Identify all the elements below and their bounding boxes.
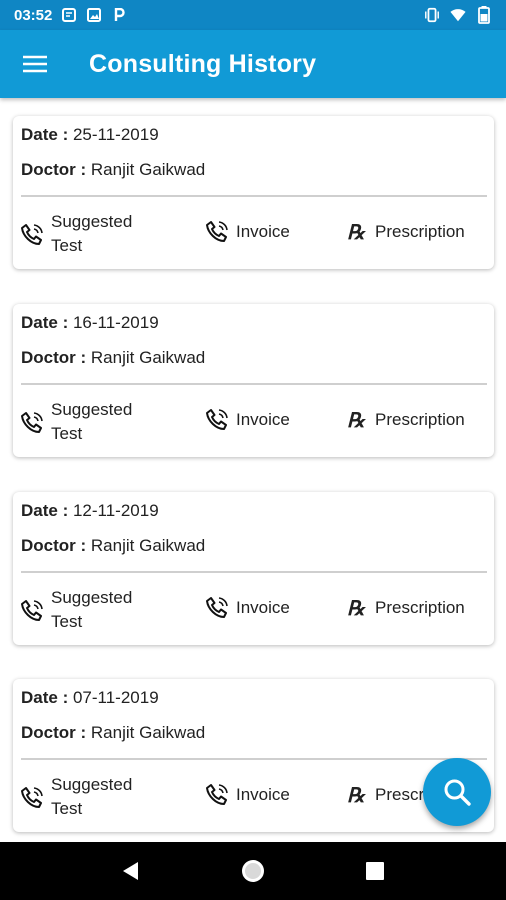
rx-icon: ℞: [347, 783, 365, 807]
phone-icon: [21, 786, 43, 810]
recents-button[interactable]: [355, 851, 395, 891]
divider: [21, 758, 487, 760]
prescription-button[interactable]: ℞ Prescr: [345, 783, 424, 807]
date-value: 07-11-2019: [72, 688, 159, 707]
suggested-label-line2: Test: [51, 236, 83, 255]
status-time: 03:52: [14, 6, 53, 24]
app-bar: Consulting History: [0, 30, 506, 98]
date-label: Date :: [21, 501, 69, 520]
rx-icon: ℞: [347, 408, 365, 432]
divider: [21, 571, 487, 573]
doctor-label: Doctor :: [21, 536, 87, 555]
date-label: Date :: [21, 688, 69, 707]
suggested-label-line2: Test: [51, 612, 83, 631]
date-row: Date : 16-11-2019: [21, 313, 159, 333]
suggested-test-button[interactable]: Suggested Test: [21, 586, 161, 634]
invoice-label: Invoice: [236, 598, 290, 617]
suggested-label-line1: Suggested: [51, 212, 133, 231]
consultation-card[interactable]: Date : 25-11-2019 Doctor : Ranjit Gaikwa…: [13, 116, 494, 269]
rx-icon: ℞: [347, 220, 365, 244]
phone-icon: [21, 599, 43, 623]
parking-icon: [111, 7, 127, 23]
date-value: 12-11-2019: [72, 501, 159, 520]
doctor-label: Doctor :: [21, 723, 87, 742]
doctor-row: Doctor : Ranjit Gaikwad: [21, 160, 205, 180]
doctor-value: Ranjit Gaikwad: [90, 160, 206, 179]
invoice-label: Invoice: [236, 222, 290, 241]
doctor-value: Ranjit Gaikwad: [90, 348, 206, 367]
suggested-label-line1: Suggested: [51, 775, 133, 794]
phone-icon: [206, 596, 228, 620]
home-button[interactable]: [233, 851, 273, 891]
invoice-button[interactable]: Invoice: [206, 408, 290, 432]
suggested-label-line1: Suggested: [51, 588, 133, 607]
doctor-value: Ranjit Gaikwad: [90, 536, 206, 555]
page-title: Consulting History: [89, 49, 317, 78]
phone-icon: [21, 223, 43, 247]
invoice-button[interactable]: Invoice: [206, 596, 290, 620]
vibrate-icon: [424, 7, 440, 23]
date-row: Date : 07-11-2019: [21, 688, 159, 708]
prescription-label: Prescr: [375, 785, 425, 804]
consultation-card[interactable]: Date : 07-11-2019 Doctor : Ranjit Gaikwa…: [13, 679, 494, 832]
invoice-button[interactable]: Invoice: [206, 220, 290, 244]
menu-button[interactable]: [0, 30, 70, 98]
image-icon: [86, 7, 102, 23]
suggested-label-line1: Suggested: [51, 400, 133, 419]
rx-icon: ℞: [347, 596, 365, 620]
suggested-test-button[interactable]: Suggested Test: [21, 210, 161, 258]
hamburger-menu-icon: [23, 55, 47, 73]
invoice-label: Invoice: [236, 785, 290, 804]
date-label: Date :: [21, 125, 69, 144]
doctor-row: Doctor : Ranjit Gaikwad: [21, 348, 205, 368]
battery-icon: [476, 6, 492, 24]
status-bar: 03:52: [0, 0, 506, 30]
doctor-value: Ranjit Gaikwad: [90, 723, 206, 742]
phone-icon: [206, 220, 228, 244]
suggested-label-line2: Test: [51, 424, 83, 443]
search-icon: [444, 779, 471, 806]
prescription-label: Prescription: [375, 598, 465, 617]
consultation-list[interactable]: Date : 25-11-2019 Doctor : Ranjit Gaikwa…: [0, 98, 506, 842]
date-row: Date : 25-11-2019: [21, 125, 159, 145]
doctor-row: Doctor : Ranjit Gaikwad: [21, 536, 205, 556]
invoice-label: Invoice: [236, 410, 290, 429]
system-nav-bar: [0, 842, 506, 900]
suggested-test-button[interactable]: Suggested Test: [21, 773, 161, 821]
doctor-label: Doctor :: [21, 348, 87, 367]
suggested-label-line2: Test: [51, 799, 83, 818]
date-row: Date : 12-11-2019: [21, 501, 159, 521]
phone-icon: [21, 411, 43, 435]
consultation-card[interactable]: Date : 12-11-2019 Doctor : Ranjit Gaikwa…: [13, 492, 494, 645]
notification-icon: [61, 7, 77, 23]
divider: [21, 383, 487, 385]
home-icon: [242, 860, 264, 882]
date-label: Date :: [21, 313, 69, 332]
suggested-test-button[interactable]: Suggested Test: [21, 398, 161, 446]
prescription-label: Prescription: [375, 222, 465, 241]
prescription-button[interactable]: ℞ Prescription: [345, 596, 465, 620]
search-fab[interactable]: [423, 758, 491, 826]
doctor-label: Doctor :: [21, 160, 87, 179]
phone-icon: [206, 783, 228, 807]
date-value: 16-11-2019: [72, 313, 159, 332]
divider: [21, 195, 487, 197]
wifi-icon: [450, 7, 466, 23]
date-value: 25-11-2019: [72, 125, 159, 144]
back-button[interactable]: [111, 851, 151, 891]
doctor-row: Doctor : Ranjit Gaikwad: [21, 723, 205, 743]
back-icon: [123, 862, 138, 880]
prescription-button[interactable]: ℞ Prescription: [345, 408, 465, 432]
phone-icon: [206, 408, 228, 432]
consultation-card[interactable]: Date : 16-11-2019 Doctor : Ranjit Gaikwa…: [13, 304, 494, 457]
recents-icon: [366, 862, 384, 880]
prescription-button[interactable]: ℞ Prescription: [345, 220, 465, 244]
prescription-label: Prescription: [375, 410, 465, 429]
invoice-button[interactable]: Invoice: [206, 783, 290, 807]
